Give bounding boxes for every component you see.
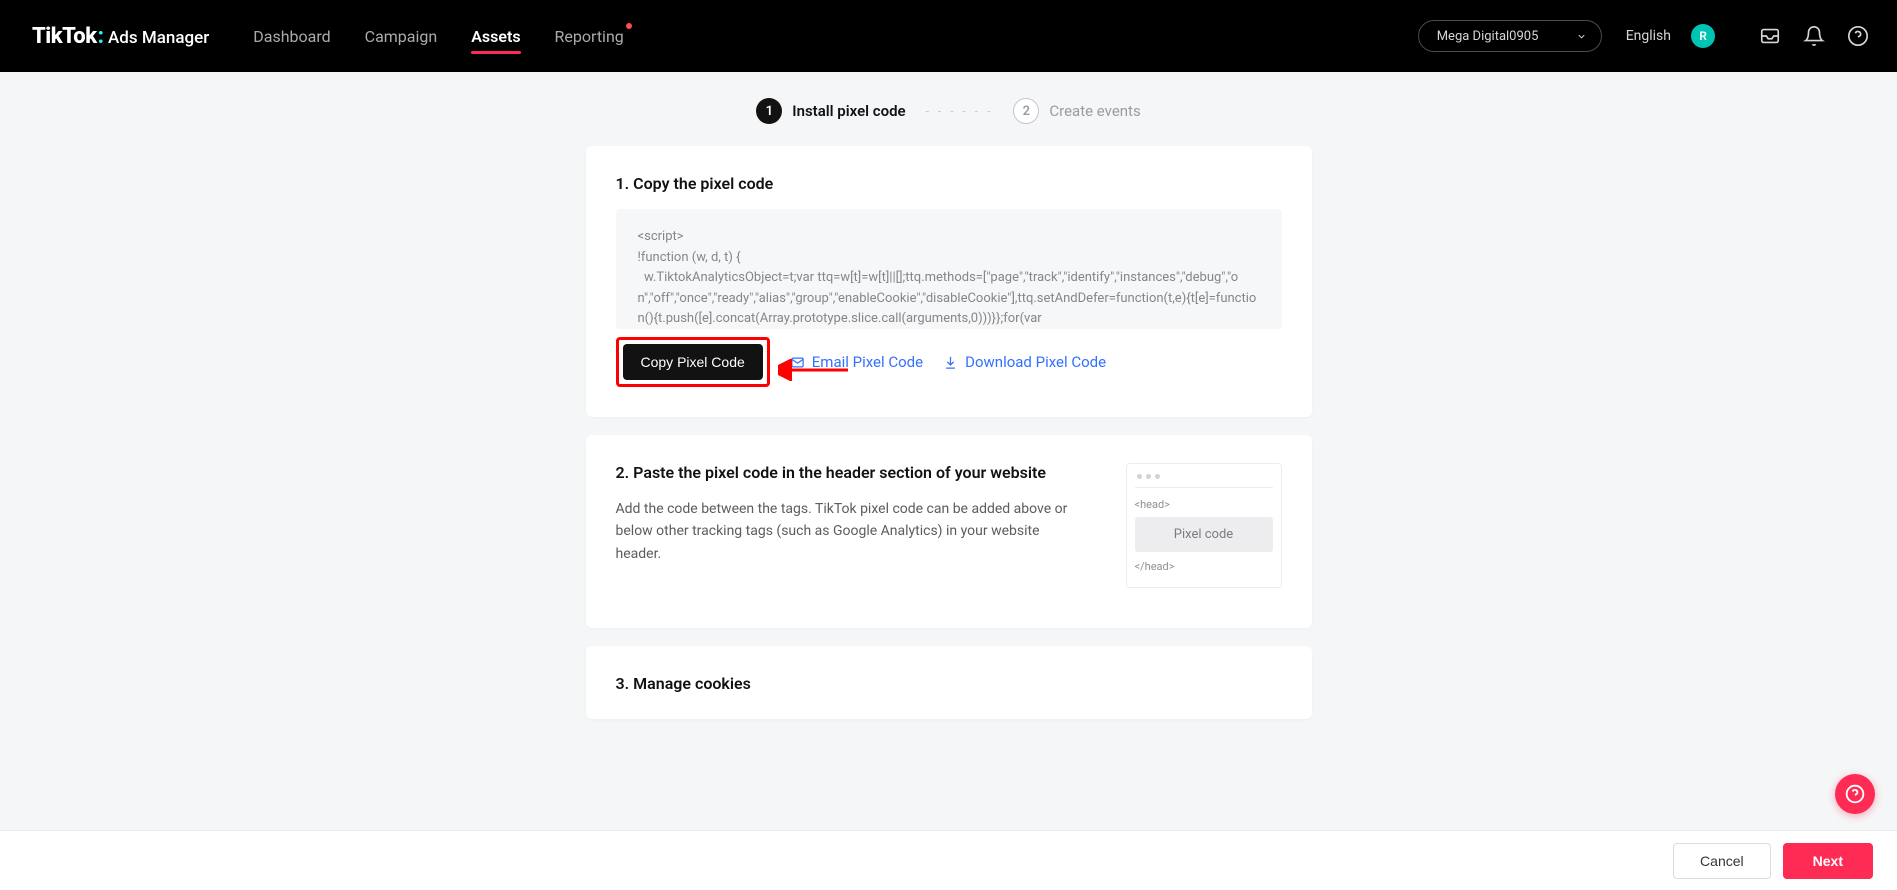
nav-campaign[interactable]: Campaign	[365, 3, 438, 70]
nav-assets[interactable]: Assets	[471, 3, 520, 70]
step-2-circle: 2	[1013, 98, 1039, 124]
step-divider: - - - - - -	[926, 104, 994, 118]
next-button[interactable]: Next	[1783, 843, 1873, 879]
section-1-title: 1. Copy the pixel code	[616, 174, 1282, 193]
pixel-code-box[interactable]: <script> !function (w, d, t) { w.TiktokA…	[616, 209, 1282, 329]
download-pixel-code-link[interactable]: Download Pixel Code	[943, 353, 1106, 371]
nav-reporting-label: Reporting	[555, 27, 624, 46]
step-2: 2 Create events	[1013, 98, 1140, 124]
download-link-label: Download Pixel Code	[965, 353, 1106, 371]
logo-main: TikTok	[32, 24, 97, 49]
section-2-desc: Add the code between the tags. TikTok pi…	[616, 498, 1086, 565]
section-3-title: 3. Manage cookies	[616, 674, 1282, 693]
cancel-button[interactable]: Cancel	[1673, 843, 1771, 879]
bell-icon[interactable]	[1803, 25, 1825, 47]
section-paste-code: 2. Paste the pixel code in the header se…	[586, 435, 1312, 628]
copy-pixel-code-button[interactable]: Copy Pixel Code	[623, 344, 763, 380]
download-icon	[943, 355, 958, 370]
mock-pixel-code: Pixel code	[1135, 517, 1273, 552]
logo[interactable]: TikTok: Ads Manager	[32, 24, 209, 49]
mock-window-dots	[1135, 472, 1273, 488]
nav-dashboard[interactable]: Dashboard	[253, 3, 330, 70]
language-selector[interactable]: English	[1626, 28, 1671, 44]
main-nav: Dashboard Campaign Assets Reporting	[253, 3, 624, 70]
highlight-annotation: Copy Pixel Code	[616, 337, 770, 387]
inbox-icon[interactable]	[1759, 25, 1781, 47]
logo-sub: Ads Manager	[108, 28, 209, 48]
section-manage-cookies: 3. Manage cookies	[586, 646, 1312, 719]
header-mock-illustration: <head> Pixel code </head>	[1126, 463, 1282, 588]
arrow-annotation	[778, 359, 852, 385]
step-1: 1 Install pixel code	[756, 98, 905, 124]
logo-colon: :	[98, 24, 104, 49]
step-1-circle: 1	[756, 98, 782, 124]
step-2-label: Create events	[1049, 102, 1140, 120]
help-icon[interactable]	[1847, 25, 1869, 47]
footer-bar: Cancel Next	[0, 830, 1897, 890]
main-content: 1. Copy the pixel code <script> !functio…	[586, 146, 1312, 837]
account-name: Mega Digital0905	[1437, 29, 1539, 44]
help-fab[interactable]	[1835, 774, 1875, 814]
pixel-code-text: <script> !function (w, d, t) { w.TiktokA…	[638, 227, 1260, 329]
top-header: TikTok: Ads Manager Dashboard Campaign A…	[0, 0, 1897, 72]
setup-stepper: 1 Install pixel code - - - - - - 2 Creat…	[0, 72, 1897, 146]
chevron-down-icon	[1576, 31, 1587, 42]
section-copy-code: 1. Copy the pixel code <script> !functio…	[586, 146, 1312, 417]
mock-head-open: <head>	[1135, 498, 1273, 511]
code-actions: Copy Pixel Code Email Pixel Code Downloa…	[616, 337, 1282, 387]
notification-dot	[626, 23, 632, 29]
mock-head-close: </head>	[1135, 560, 1273, 573]
question-icon	[1845, 784, 1865, 804]
section-2-title: 2. Paste the pixel code in the header se…	[616, 463, 1086, 482]
nav-reporting[interactable]: Reporting	[555, 3, 624, 70]
step-1-label: Install pixel code	[792, 102, 905, 120]
avatar[interactable]: R	[1691, 24, 1715, 48]
account-selector[interactable]: Mega Digital0905	[1418, 20, 1602, 52]
